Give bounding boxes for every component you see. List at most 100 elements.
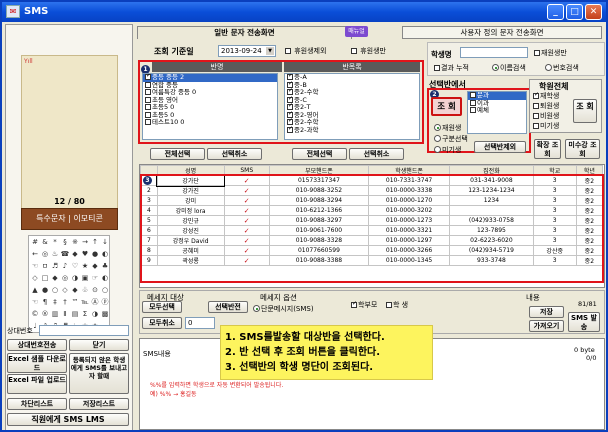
special-char-key[interactable]: ★: [80, 261, 90, 271]
section-checkbox[interactable]: [470, 99, 476, 106]
group-list[interactable]: 중-A중-B중2-수학중-C중2-T중2-영어중2-수학중2-과학: [284, 73, 420, 140]
maximize-button[interactable]: □: [566, 4, 583, 20]
class-checkbox[interactable]: [145, 96, 151, 103]
special-char-key[interactable]: ※: [70, 237, 80, 247]
student-name-input[interactable]: [460, 47, 528, 58]
close-button[interactable]: 닫기: [69, 339, 129, 351]
special-char-key[interactable]: §: [60, 237, 70, 247]
deselect-groups-button[interactable]: 선택취소: [349, 148, 404, 160]
special-char-key[interactable]: ◑: [90, 309, 100, 319]
special-char-key[interactable]: ◎: [60, 273, 70, 283]
exclude-leave-box[interactable]: [285, 48, 291, 54]
class-checkbox[interactable]: [145, 111, 151, 118]
special-char-key[interactable]: ◆: [90, 261, 100, 271]
academy-withdrawn-checkbox[interactable]: 퇴원생: [533, 101, 559, 111]
special-char-key[interactable]: ▥: [50, 309, 60, 319]
special-char-key[interactable]: ◇: [30, 273, 40, 283]
enrolled-radio[interactable]: 재원생: [434, 123, 461, 133]
section-select-radio-dot[interactable]: [434, 135, 441, 142]
group-checkbox[interactable]: [287, 125, 293, 133]
academy-nonenrolled-box[interactable]: [533, 113, 539, 119]
result-cumulative-box[interactable]: [434, 65, 440, 71]
name-search-radio-dot[interactable]: [492, 64, 499, 71]
special-char-key[interactable]: ®: [40, 309, 50, 319]
special-char-key[interactable]: ☜: [30, 297, 40, 307]
parent-checkbox[interactable]: 학부모: [351, 300, 377, 310]
leave-only-box[interactable]: [351, 48, 357, 54]
academy-enrolled-box[interactable]: [533, 91, 539, 99]
academy-unassigned-checkbox[interactable]: 미기생: [533, 121, 559, 131]
section-select-radio[interactable]: 구분선택: [434, 134, 468, 144]
leave-only-checkbox[interactable]: 휴원생만: [351, 46, 386, 56]
deselect-classes-button[interactable]: 선택취소: [207, 148, 262, 160]
special-char-key[interactable]: *: [50, 237, 60, 247]
graduated-radio[interactable]: 미기생: [434, 145, 461, 155]
special-char-key[interactable]: ←: [30, 249, 40, 259]
exclude-class-button[interactable]: 선택반제외: [474, 141, 526, 153]
section-list-item[interactable]: 예체: [468, 106, 526, 115]
academy-enrolled-checkbox[interactable]: 재학생: [533, 91, 559, 101]
special-char-key[interactable]: ㅁ: [40, 261, 50, 271]
special-char-key[interactable]: ◆: [50, 273, 60, 283]
section-checkbox[interactable]: [470, 92, 476, 98]
special-char-key[interactable]: ‡: [50, 297, 60, 307]
minimize-button[interactable]: _: [547, 4, 564, 20]
special-char-key[interactable]: ⓟ: [100, 297, 110, 307]
staff-sms-button[interactable]: 직원에게 SMS LMS: [7, 413, 129, 426]
special-char-key[interactable]: ◇: [60, 285, 70, 295]
special-char-key[interactable]: &: [40, 237, 50, 247]
block-list-button[interactable]: 차단리스트: [7, 398, 67, 410]
special-char-key[interactable]: ▤: [70, 309, 80, 319]
class-list[interactable]: 중등 중등 2연합 중등여름특강 중등 0초등 영어초등5 0초등5 0테스트1…: [142, 73, 278, 140]
academy-unassigned-box[interactable]: [533, 123, 539, 129]
special-char-key[interactable]: ♨: [50, 249, 60, 259]
class-checkbox[interactable]: [145, 119, 151, 125]
bring-message-button[interactable]: 가져오기: [529, 320, 564, 332]
save-message-button[interactable]: 저장: [529, 306, 564, 318]
class-checkbox[interactable]: [145, 89, 151, 95]
special-char-key[interactable]: ◆: [70, 285, 80, 295]
tab-general[interactable]: 일반 문자 전송화면: [137, 26, 352, 39]
sender-number-input[interactable]: [39, 325, 129, 336]
special-char-key[interactable]: †: [60, 297, 70, 307]
special-char-key[interactable]: ♡: [70, 261, 80, 271]
select-all-button[interactable]: 모두선택: [142, 301, 182, 313]
student-checkbox-box[interactable]: [386, 302, 392, 308]
class-checkbox[interactable]: [145, 81, 151, 88]
special-char-key[interactable]: Ⅱ: [60, 309, 70, 319]
special-char-key[interactable]: ▣: [80, 273, 90, 283]
special-char-key[interactable]: ◐: [100, 273, 110, 283]
special-char-key[interactable]: Ⓐ: [90, 297, 100, 307]
special-char-key[interactable]: ℡: [80, 297, 90, 307]
name-search-radio[interactable]: 이름검색: [492, 63, 526, 73]
count-field[interactable]: 0: [185, 317, 215, 329]
sender-send-button[interactable]: 상대번호전송: [7, 339, 67, 351]
excel-upload-button[interactable]: Excel 파일 업로드: [7, 374, 67, 394]
special-char-key[interactable]: ♬: [50, 261, 60, 271]
enrolled-radio-dot[interactable]: [434, 124, 441, 131]
tab-custom[interactable]: 사용자 정의 문자 전송화면: [402, 26, 602, 39]
exclude-leave-checkbox[interactable]: 휴원생제외: [285, 46, 326, 56]
academy-query-button[interactable]: 조 회: [573, 99, 597, 123]
excel-sample-button[interactable]: Excel 샘플 다운로드: [7, 353, 67, 373]
class-checkbox[interactable]: [145, 104, 151, 110]
special-char-key[interactable]: ↑: [90, 237, 100, 247]
special-char-key[interactable]: ◆: [70, 249, 80, 259]
result-cumulative-checkbox[interactable]: 결과 누적: [434, 63, 469, 73]
special-char-key[interactable]: ♧: [80, 285, 90, 295]
special-char-key[interactable]: ♥: [80, 249, 90, 259]
student-checkbox[interactable]: 학 생: [386, 300, 408, 310]
academy-withdrawn-box[interactable]: [533, 103, 539, 109]
special-char-key[interactable]: ☎: [60, 249, 70, 259]
select-all-groups-button[interactable]: 전체선택: [292, 148, 347, 160]
special-char-key[interactable]: ☜: [30, 261, 40, 271]
confirm-query-button[interactable]: 확장 조회: [534, 139, 561, 159]
selected-class-button[interactable]: 선택반전: [208, 301, 248, 313]
special-char-key[interactable]: ↓: [100, 237, 110, 247]
chevron-down-icon[interactable]: ▼: [266, 47, 274, 55]
special-char-key[interactable]: ●: [90, 249, 100, 259]
special-char-key[interactable]: ▩: [100, 309, 110, 319]
unregistered-sms-button[interactable]: 등록되지 않은 학생에게 SMS를 보내고자 할때: [69, 353, 129, 394]
group-list-item[interactable]: 중2-과학: [285, 125, 419, 135]
select-all-classes-button[interactable]: 전체선택: [150, 148, 205, 160]
